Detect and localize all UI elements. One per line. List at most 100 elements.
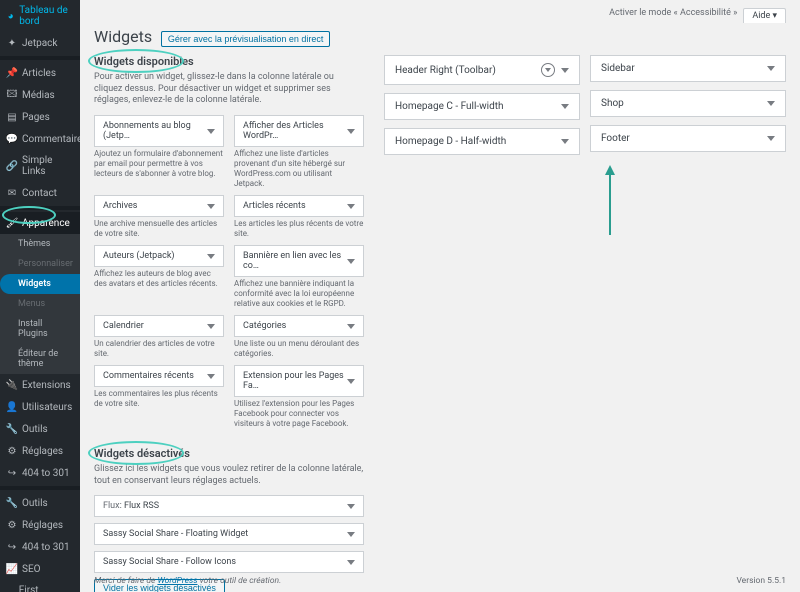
widget-desc: Les commentaires les plus récents de vot… <box>94 389 224 409</box>
chevron-down-icon <box>561 68 569 73</box>
menu-tools2[interactable]: 🔧Outils <box>0 492 80 514</box>
available-widgets-heading: Widgets disponibles <box>94 55 194 68</box>
widget-item[interactable]: Commentaires récents <box>94 365 224 387</box>
jetpack-icon: ✦ <box>6 37 18 49</box>
deactivated-widget-item[interactable]: Sassy Social Share - Follow Icons <box>94 551 364 573</box>
menu-404[interactable]: ↪404 to 301 <box>0 462 80 484</box>
chevron-down-icon <box>207 204 215 209</box>
available-desc: Pour activer un widget, glissez-le dans … <box>94 72 364 107</box>
widget-item[interactable]: Abonnements au blog (Jetp… <box>94 115 224 147</box>
widget-name: Abonnements au blog (Jetp… <box>103 121 207 141</box>
widget-item[interactable]: Afficher des Articles WordPr… <box>234 115 364 147</box>
widget-zone[interactable]: Header Right (Toolbar) <box>384 55 580 85</box>
menu-users[interactable]: 👤Utilisateurs <box>0 396 80 418</box>
appearance-submenu: Thèmes Personnaliser Widgets Menus Insta… <box>0 234 80 374</box>
widget-desc: Affichez les auteurs de blog avec des av… <box>94 269 224 289</box>
widget-item[interactable]: Auteurs (Jetpack) <box>94 245 224 267</box>
deactivated-widget-item[interactable]: Flux: Flux RSS <box>94 495 364 517</box>
widget-item[interactable]: Extension pour les Pages Fa… <box>234 365 364 397</box>
plugin-icon: 🔌 <box>6 379 18 391</box>
deactivated-widget-item[interactable]: Sassy Social Share - Floating Widget <box>94 523 364 545</box>
widget-item[interactable]: Archives <box>94 195 224 217</box>
menu-settings[interactable]: ⚙Réglages <box>0 440 80 462</box>
chevron-down-icon <box>207 129 215 134</box>
widget-name: Auteurs (Jetpack) <box>103 251 175 261</box>
brush-icon: 🖌 <box>6 217 18 229</box>
widget-desc: Un calendrier des articles de votre site… <box>94 339 224 359</box>
wrench-icon: 🔧 <box>6 423 18 435</box>
widget-name: Sassy Social Share - Follow Icons <box>103 557 236 567</box>
widget-zone[interactable]: Sidebar <box>590 55 786 82</box>
menu-comments[interactable]: 💬Commentaires <box>0 128 80 150</box>
submenu-widgets[interactable]: Widgets <box>0 274 80 294</box>
widget-item[interactable]: Articles récents <box>234 195 364 217</box>
wordpress-link[interactable]: WordPress <box>157 576 197 586</box>
widget-desc: Utilisez l'extension pour les Pages Face… <box>234 399 364 429</box>
widget-name: Commentaires récents <box>103 371 194 381</box>
menu-pages[interactable]: ▤Pages <box>0 106 80 128</box>
chevron-down-icon <box>561 104 569 109</box>
widget-desc: Les articles les plus récents de votre s… <box>234 219 364 239</box>
chevron-down-icon <box>767 101 775 106</box>
menu-appearance[interactable]: 🖌Apparence <box>0 212 80 234</box>
gear-icon: ⚙ <box>6 519 18 531</box>
gear-icon: ⚙ <box>6 445 18 457</box>
menu-tools[interactable]: 🔧Outils <box>0 418 80 440</box>
menu-jetpack[interactable]: ✦Jetpack <box>0 32 80 54</box>
chevron-down-icon <box>347 204 355 209</box>
submenu-install-plugins[interactable]: Install Plugins <box>0 314 80 344</box>
menu-settings2[interactable]: ⚙Réglages <box>0 514 80 536</box>
menu-dashboard[interactable]: ◕Tableau de bord <box>0 0 80 32</box>
menu-seo[interactable]: 📈SEO <box>0 558 80 580</box>
pin-icon: 📌 <box>6 67 18 79</box>
menu-404b[interactable]: ↪404 to 301 <box>0 536 80 558</box>
widget-item[interactable]: Calendrier <box>94 315 224 337</box>
chevron-down-circled-icon <box>541 63 555 77</box>
widget-zone[interactable]: Homepage D - Half-width <box>384 128 580 155</box>
accessibility-link[interactable]: Activer le mode « Accessibilité » <box>609 8 737 23</box>
widget-desc: Affichez une bannière indiquant la confo… <box>234 279 364 309</box>
chevron-down-icon <box>347 532 355 537</box>
chevron-down-icon <box>347 324 355 329</box>
chevron-down-icon <box>207 324 215 329</box>
chevron-down-icon <box>767 66 775 71</box>
wrench-icon: 🔧 <box>6 497 18 509</box>
comment-icon: 💬 <box>6 133 18 145</box>
help-tab[interactable]: Aide ▾ <box>743 8 786 23</box>
submenu-theme-editor[interactable]: Éditeur de thème <box>0 344 80 374</box>
menu-posts[interactable]: 📌Articles <box>0 62 80 84</box>
widget-name: Flux: Flux RSS <box>103 501 159 511</box>
widget-zone[interactable]: Footer <box>590 125 786 152</box>
admin-sidebar: ◕Tableau de bord ✦Jetpack 📌Articles 🖾Méd… <box>0 0 80 592</box>
redirect-icon: ↪ <box>6 467 18 479</box>
page-icon: ▤ <box>6 111 18 123</box>
users-icon: 👤 <box>6 401 18 413</box>
submenu-themes[interactable]: Thèmes <box>0 234 80 254</box>
menu-contact[interactable]: ✉Contact <box>0 182 80 204</box>
menu-extensions[interactable]: 🔌Extensions <box>0 374 80 396</box>
widget-name: Bannière en lien avec les co… <box>243 251 347 271</box>
menu-fcr[interactable]: ◎First Comment Redirect <box>0 580 80 592</box>
widget-zone[interactable]: Shop <box>590 90 786 117</box>
chevron-down-icon <box>347 504 355 509</box>
submenu-customize[interactable]: Personnaliser <box>0 254 80 274</box>
widget-zone[interactable]: Homepage C - Full-width <box>384 93 580 120</box>
footer-thanks: Merci de faire de WordPress votre outil … <box>94 576 281 586</box>
menu-media[interactable]: 🖾Médias <box>0 84 80 106</box>
chevron-down-icon <box>207 374 215 379</box>
chevron-down-icon <box>347 379 355 384</box>
seo-icon: 📈 <box>6 563 18 575</box>
deactivated-widgets-heading: Widgets désactivés <box>94 447 190 460</box>
link-icon: 🔗 <box>6 160 18 172</box>
media-icon: 🖾 <box>6 89 18 101</box>
chevron-down-icon <box>561 139 569 144</box>
submenu-menus[interactable]: Menus <box>0 294 80 314</box>
widget-desc: Ajoutez un formulaire d'abonnement par e… <box>94 149 224 179</box>
dashboard-icon: ◕ <box>6 10 15 22</box>
chevron-down-icon <box>347 560 355 565</box>
widget-item[interactable]: Catégories <box>234 315 364 337</box>
live-preview-button[interactable]: Gérer avec la prévisualisation en direct <box>161 31 331 47</box>
widget-item[interactable]: Bannière en lien avec les co… <box>234 245 364 277</box>
widget-desc: Une liste ou un menu déroulant des catég… <box>234 339 364 359</box>
menu-simple-links[interactable]: 🔗Simple Links <box>0 150 80 182</box>
